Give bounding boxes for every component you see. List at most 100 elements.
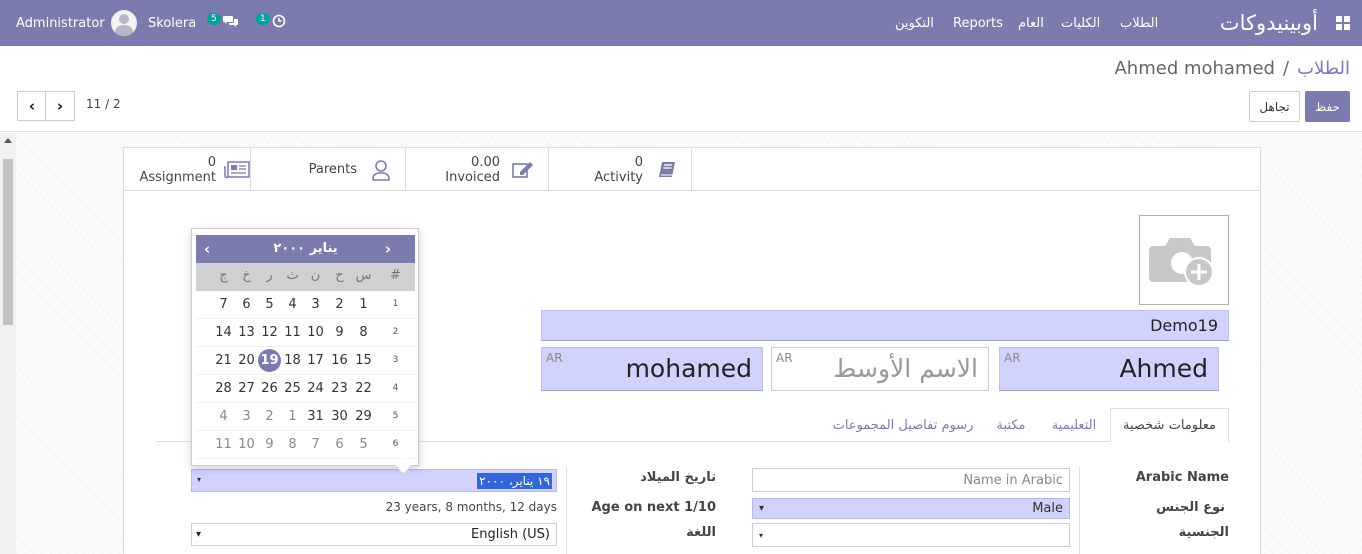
- datepicker-day[interactable]: 1: [352, 297, 375, 312]
- arabic-name-input[interactable]: Name in Arabic: [752, 468, 1070, 492]
- pager-previous-button[interactable]: ‹: [17, 91, 47, 121]
- chat-systray[interactable]: 5: [207, 0, 239, 46]
- activity-smart-button[interactable]: 0 Activity: [549, 148, 692, 191]
- datepicker-day[interactable]: 6: [235, 297, 258, 312]
- datepicker-day[interactable]: 5: [352, 437, 375, 452]
- vertical-scrollbar[interactable]: [0, 133, 16, 554]
- discard-button[interactable]: تجاهل: [1249, 91, 1300, 122]
- breadcrumb-students-link[interactable]: الطلاب: [1297, 58, 1350, 79]
- menu-students[interactable]: الطلاب: [1120, 0, 1158, 46]
- middle-name-placeholder: الاسم الأوسط: [833, 354, 978, 383]
- last-name-lang-tag[interactable]: AR: [546, 351, 563, 365]
- datepicker-day[interactable]: 15: [352, 353, 375, 368]
- brand-title[interactable]: أوبينيدوكات: [1220, 0, 1318, 46]
- datepicker-day[interactable]: 29: [352, 409, 375, 424]
- chevron-down-icon: ▾: [759, 503, 765, 514]
- activity-systray[interactable]: 1: [256, 0, 286, 46]
- datepicker-day[interactable]: 11: [281, 325, 304, 340]
- datepicker-day[interactable]: 3: [235, 409, 258, 424]
- tab-group-fees[interactable]: رسوم تفاصيل المجموعات: [826, 408, 980, 442]
- menu-faculties[interactable]: الكليات: [1061, 0, 1100, 46]
- datepicker-day[interactable]: 23: [328, 381, 351, 396]
- datepicker-day[interactable]: 14: [212, 325, 235, 340]
- middle-name-field[interactable]: AR الاسم الأوسط: [771, 347, 989, 391]
- datepicker-day[interactable]: 16: [328, 353, 351, 368]
- datepicker-day[interactable]: 7: [212, 297, 235, 312]
- week-number: 4: [392, 383, 399, 393]
- user-menu[interactable]: Administrator: [16, 0, 137, 46]
- save-button[interactable]: حفظ: [1305, 91, 1350, 122]
- datepicker-month-title[interactable]: يناير ٢٠٠٠: [196, 235, 415, 263]
- tab-personal-info[interactable]: معلومات شخصية: [1110, 408, 1229, 442]
- datepicker-prev-button[interactable]: ‹: [204, 235, 210, 263]
- first-name-lang-tag[interactable]: AR: [1004, 351, 1021, 365]
- datepicker-day[interactable]: 4: [212, 409, 235, 424]
- datepicker-day[interactable]: 7: [304, 437, 327, 452]
- datepicker-day[interactable]: 11: [212, 437, 235, 452]
- chevron-left-icon: ‹: [204, 240, 211, 258]
- datepicker-day[interactable]: 26: [258, 381, 281, 396]
- datepicker-day[interactable]: 10: [304, 325, 327, 340]
- nationality-label: الجنسية: [1178, 525, 1229, 540]
- last-name-field[interactable]: AR mohamed: [541, 347, 763, 391]
- age-value: 23 years, 8 months, 12 days: [385, 500, 557, 514]
- datepicker-day[interactable]: 6: [328, 437, 351, 452]
- datepicker-day[interactable]: 20: [235, 353, 258, 368]
- student-image-upload[interactable]: [1139, 215, 1229, 305]
- datepicker-day[interactable]: 31: [304, 409, 327, 424]
- datepicker-day[interactable]: 8: [281, 437, 304, 452]
- first-name-field[interactable]: AR Ahmed: [999, 347, 1219, 391]
- datepicker-day[interactable]: 9: [258, 437, 281, 452]
- datepicker-day[interactable]: 22: [352, 381, 375, 396]
- parents-smart-button[interactable]: Parents: [251, 148, 406, 191]
- avatar: [110, 10, 137, 36]
- datepicker-day[interactable]: 9: [328, 325, 351, 340]
- datepicker-day[interactable]: 5: [258, 297, 281, 312]
- datepicker-day[interactable]: 18: [281, 353, 304, 368]
- datepicker-day[interactable]: 2: [328, 297, 351, 312]
- datepicker-day[interactable]: 19: [258, 349, 281, 372]
- pager-next-button[interactable]: ›: [45, 91, 75, 121]
- middle-name-lang-tag[interactable]: AR: [776, 351, 793, 365]
- datepicker-day[interactable]: 25: [281, 381, 304, 396]
- invoiced-smart-button[interactable]: 0.00 Invoiced: [406, 148, 549, 191]
- scroll-thumb[interactable]: [3, 159, 13, 325]
- datepicker-day[interactable]: 4: [281, 297, 304, 312]
- birth-date-input[interactable]: ▾ ١٩ يناير، ٢٠٠٠: [191, 469, 557, 492]
- datepicker-day[interactable]: 1: [281, 409, 304, 424]
- menu-configuration-label: التكوين: [895, 15, 934, 31]
- gender-label: نوع الجنس: [1156, 500, 1225, 515]
- language-select[interactable]: ▾ English (US): [191, 523, 557, 546]
- datepicker-day[interactable]: 10: [235, 437, 258, 452]
- datepicker-day[interactable]: 27: [235, 381, 258, 396]
- tab-educational[interactable]: التعليمية: [1041, 408, 1107, 442]
- datepicker-week-row: 11234567: [196, 291, 415, 319]
- assignment-smart-button[interactable]: 0 Assignment: [124, 148, 251, 191]
- company-switcher[interactable]: Skolera: [148, 0, 196, 46]
- datepicker-day[interactable]: 24: [304, 381, 327, 396]
- apps-grid-icon[interactable]: [1336, 16, 1350, 30]
- datepicker-day[interactable]: 28: [212, 381, 235, 396]
- datepicker-day[interactable]: 21: [212, 353, 235, 368]
- pager-value[interactable]: 11 / 2: [86, 97, 121, 111]
- datepicker-day[interactable]: 3: [304, 297, 327, 312]
- datepicker-day[interactable]: 2: [258, 409, 281, 424]
- student-id-field[interactable]: Demo19: [541, 310, 1229, 341]
- datepicker-day[interactable]: 8: [352, 325, 375, 340]
- datepicker-day[interactable]: 30: [328, 409, 351, 424]
- menu-general[interactable]: العام: [1018, 0, 1044, 46]
- gender-select[interactable]: ▾ Male: [752, 498, 1070, 519]
- datepicker-next-button[interactable]: ›: [385, 235, 391, 263]
- nationality-input[interactable]: ▾: [752, 523, 1070, 547]
- tab-library[interactable]: مكتبة: [988, 408, 1034, 442]
- parents-label: Parents: [308, 162, 357, 177]
- menu-reports-label: Reports: [953, 15, 1003, 31]
- menu-configuration[interactable]: التكوين: [895, 0, 934, 46]
- chevron-down-icon: ▾: [196, 529, 202, 540]
- menu-reports[interactable]: Reports: [953, 0, 1003, 46]
- datepicker-day[interactable]: 13: [235, 325, 258, 340]
- datepicker-day[interactable]: 12: [258, 325, 281, 340]
- datepicker-day[interactable]: 17: [304, 353, 327, 368]
- scroll-up-arrow-icon[interactable]: [4, 138, 12, 143]
- weekday-header: ث: [286, 268, 299, 283]
